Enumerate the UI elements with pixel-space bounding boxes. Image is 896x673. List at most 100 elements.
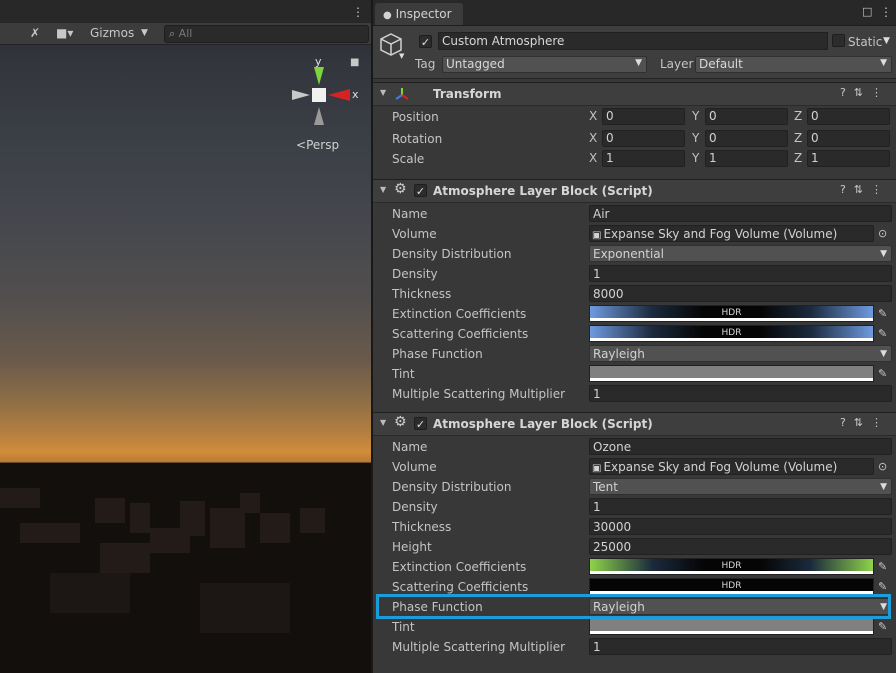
atmosphere-block-2-header[interactable]: ▼ ⚙ ✓ Atmosphere Layer Block (Script) ?⇅… <box>373 412 896 436</box>
neg-y-axis-cone[interactable] <box>314 107 324 125</box>
vector-z-input[interactable]: 0 <box>807 108 890 125</box>
object-header: ▼ ✓ Custom Atmosphere Static ▼ Tag Untag… <box>373 26 896 79</box>
active-checkbox[interactable]: ✓ <box>419 35 432 49</box>
tab-inspector[interactable]: ● Inspector <box>375 3 463 25</box>
vector-y-input[interactable]: 0 <box>705 108 788 125</box>
eyedropper-icon[interactable]: ✎ <box>878 327 887 340</box>
block1-ext-hdr-color[interactable]: HDR <box>589 305 874 322</box>
block2-tint-color[interactable] <box>589 618 874 635</box>
vector-x-field[interactable]: X0 <box>589 108 687 125</box>
vector-x-field[interactable]: X0 <box>589 130 687 147</box>
eyedropper-icon[interactable]: ✎ <box>878 580 887 593</box>
vector-z-input[interactable]: 1 <box>807 150 890 167</box>
block1-dist-dropdown[interactable]: Exponential ▼ <box>589 245 892 262</box>
vector-z-field[interactable]: Z1 <box>794 150 892 167</box>
block2-density-field[interactable]: 1 <box>589 498 892 515</box>
foldout-icon[interactable]: ▼ <box>380 185 386 194</box>
block1-ext-label: Extinction Coefficients <box>392 307 527 321</box>
icon-dropdown-icon[interactable]: ▼ <box>399 52 404 60</box>
volume-asset-icon: ▣ <box>592 230 602 241</box>
block1-scat-hdr-color[interactable]: HDR <box>589 325 874 342</box>
y-axis-cone[interactable] <box>314 67 324 85</box>
neg-x-axis-cone[interactable] <box>292 90 310 100</box>
block2-ext-hdr-color[interactable]: HDR <box>589 558 874 575</box>
block2-scat-hdr-color[interactable]: HDR <box>589 578 874 595</box>
transform-title: Transform <box>433 87 502 101</box>
component-header-icons[interactable]: ?⇅⋮ <box>840 86 890 99</box>
vector-x-field[interactable]: X1 <box>589 150 687 167</box>
vector-z-input[interactable]: 0 <box>807 130 890 147</box>
block2-tint-label: Tint <box>392 620 415 634</box>
block2-volume-label: Volume <box>392 460 437 474</box>
object-name-field[interactable]: Custom Atmosphere <box>438 32 828 50</box>
layer-dropdown[interactable]: Default ▼ <box>695 56 892 73</box>
gizmos-dropdown-icon[interactable]: ▼ <box>141 25 148 42</box>
block1-name-field[interactable]: Air <box>589 205 892 222</box>
eyedropper-icon[interactable]: ✎ <box>878 560 887 573</box>
chevron-down-icon: ▼ <box>880 482 887 492</box>
lock-icon[interactable]: ■ <box>350 57 359 68</box>
block-2-title: Atmosphere Layer Block (Script) <box>433 417 653 431</box>
block1-msm-field[interactable]: 1 <box>589 385 892 402</box>
atmosphere-block-1-header[interactable]: ▼ ⚙ ✓ Atmosphere Layer Block (Script) ?⇅… <box>373 179 896 203</box>
layer-value: Default <box>699 57 743 71</box>
vector-y-field[interactable]: Y0 <box>692 130 790 147</box>
vector-z-field[interactable]: Z0 <box>794 108 892 125</box>
vector-y-input[interactable]: 0 <box>705 130 788 147</box>
scene-view[interactable]: ⋮ ✗ ■▾ Gizmos ▼ ⌕ All y x ■ <Persp <box>0 0 371 673</box>
block1-phase-label: Phase Function <box>392 347 483 361</box>
block1-tint-color[interactable] <box>589 365 874 382</box>
more-menu-icon[interactable]: ⋮ <box>352 4 364 21</box>
info-icon: ● <box>383 10 392 21</box>
block-2-enabled-checkbox[interactable]: ✓ <box>414 417 427 431</box>
vector-x-input[interactable]: 1 <box>602 150 685 167</box>
transform-header[interactable]: ▼ Transform ?⇅⋮ <box>373 82 896 106</box>
static-dropdown-icon[interactable]: ▼ <box>883 36 890 46</box>
block2-dist-value: Tent <box>593 480 618 494</box>
static-checkbox[interactable] <box>832 34 845 47</box>
vector-z-field[interactable]: Z0 <box>794 130 892 147</box>
block-1-enabled-checkbox[interactable]: ✓ <box>414 184 427 198</box>
vector-x-input[interactable]: 0 <box>602 108 685 125</box>
object-picker-icon[interactable]: ⊙ <box>878 460 887 473</box>
eyedropper-icon[interactable]: ✎ <box>878 307 887 320</box>
block1-density-label: Density <box>392 267 438 281</box>
vector-y-input[interactable]: 1 <box>705 150 788 167</box>
foldout-icon[interactable]: ▼ <box>380 88 386 97</box>
hdr-label: HDR <box>721 581 742 591</box>
block2-height-field[interactable]: 25000 <box>589 538 892 555</box>
eyedropper-icon[interactable]: ✎ <box>878 620 887 633</box>
block2-msm-field[interactable]: 1 <box>589 638 892 655</box>
foldout-icon[interactable]: ▼ <box>380 418 386 427</box>
gizmos-button[interactable]: Gizmos <box>90 25 134 42</box>
x-axis-cone[interactable] <box>328 89 350 101</box>
vector-y-field[interactable]: Y0 <box>692 108 790 125</box>
block1-msm-label: Multiple Scattering Multiplier <box>392 387 566 401</box>
block2-name-field[interactable]: Ozone <box>589 438 892 455</box>
lock-icon[interactable]: □ <box>862 5 872 18</box>
block1-density-field[interactable]: 1 <box>589 265 892 282</box>
center-cube[interactable] <box>312 88 326 102</box>
more-menu-icon[interactable]: ⋮ <box>880 5 892 19</box>
component-header-icons[interactable]: ?⇅⋮ <box>840 183 890 196</box>
component-header-icons[interactable]: ?⇅⋮ <box>840 416 890 429</box>
vector-x-input[interactable]: 0 <box>602 130 685 147</box>
block2-phase-dropdown[interactable]: Rayleigh ▼ <box>589 598 892 615</box>
block1-phase-dropdown[interactable]: Rayleigh ▼ <box>589 345 892 362</box>
object-picker-icon[interactable]: ⊙ <box>878 227 887 240</box>
block1-volume-object-field[interactable]: ▣ Expanse Sky and Fog Volume (Volume) <box>589 225 874 242</box>
block2-volume-object-field[interactable]: ▣ Expanse Sky and Fog Volume (Volume) <box>589 458 874 475</box>
city-silhouette <box>0 463 371 673</box>
eyedropper-icon[interactable]: ✎ <box>878 367 887 380</box>
vector-y-field[interactable]: Y1 <box>692 150 790 167</box>
camera-icon[interactable]: ■▾ <box>56 25 73 42</box>
tag-dropdown[interactable]: Untagged ▼ <box>442 56 647 73</box>
color-alpha-bar <box>590 631 873 634</box>
persp-toggle[interactable]: <Persp <box>296 138 339 152</box>
block2-dist-dropdown[interactable]: Tent ▼ <box>589 478 892 495</box>
persp-icon: < <box>296 138 307 152</box>
block2-thickness-field[interactable]: 30000 <box>589 518 892 535</box>
scene-search-input[interactable]: ⌕ All <box>164 25 369 43</box>
tools-icon[interactable]: ✗ <box>30 25 40 42</box>
block1-thickness-field[interactable]: 8000 <box>589 285 892 302</box>
